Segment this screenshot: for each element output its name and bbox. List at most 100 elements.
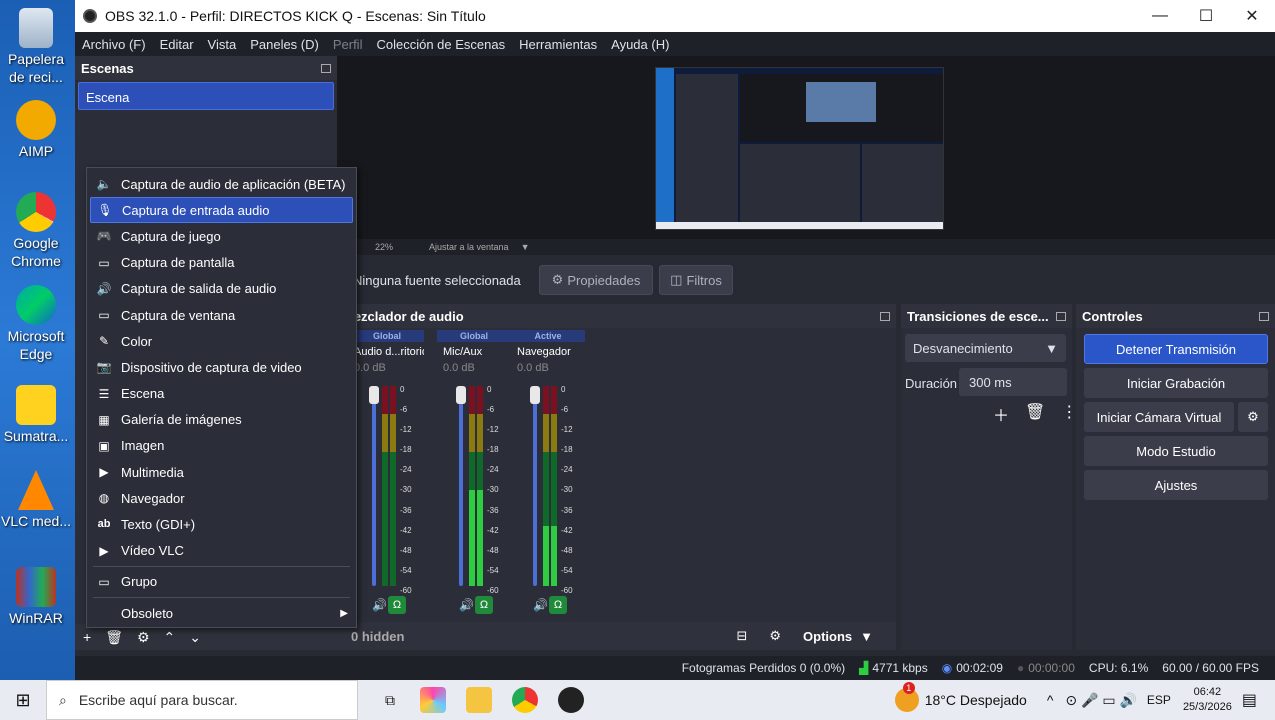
menu-item-video-capture[interactable]: 📷 Dispositivo de captura de video [87,354,356,380]
transition-select[interactable]: Desvanecimiento ▼ [905,334,1066,362]
weather-icon[interactable]: 1 [894,682,919,712]
hidden-count[interactable]: 0 hidden [351,629,404,644]
headphones-icon[interactable]: Ω [475,596,493,614]
windows-start-icon[interactable]: ⊞ [0,690,46,711]
channel-name[interactable]: Audio d...ritorio [350,342,424,358]
trash-icon[interactable]: 🗑 [1025,402,1045,426]
move-down-icon[interactable]: ⌄ [189,629,201,646]
studio-mode-button[interactable]: Modo Estudio [1084,436,1268,466]
maximize-button[interactable]: ☐ [1183,6,1229,26]
properties-button[interactable]: ⚙ Propiedades [539,265,653,295]
notifications-icon[interactable]: ▤ [1242,690,1257,710]
settings-button[interactable]: Ajustes [1084,470,1268,500]
desktop-icon-winrar[interactable]: WinRAR [0,567,72,627]
chrome-taskbar-icon[interactable] [512,687,538,713]
level-meter-left [543,386,549,586]
layout-icon[interactable]: ⊟ [736,628,747,644]
close-button[interactable]: ✕ [1229,6,1275,26]
desktop-icon-aimp[interactable]: AIMP [0,100,72,160]
preview-area[interactable] [337,56,1275,239]
obs-taskbar-icon[interactable] [558,687,584,713]
menu-vista[interactable]: Vista [201,37,244,52]
undock-icon[interactable] [880,311,890,321]
headphones-icon[interactable]: Ω [388,596,406,614]
gear-icon: ⚙ [551,272,564,287]
menu-item-text[interactable]: ab Texto (GDI+) [87,511,356,537]
move-up-icon[interactable]: ⌃ [164,629,176,646]
file-explorer-icon[interactable] [466,687,492,713]
headphones-icon[interactable]: Ω [549,596,567,614]
desktop-icon-recycle-bin[interactable]: Papelera de reci... [0,8,72,86]
start-virtual-camera-button[interactable]: Iniciar Cámara Virtual [1084,402,1234,432]
chevron-down-icon[interactable]: ▼ [860,629,873,644]
menu-archivo[interactable]: Archivo (F) [75,37,153,52]
undock-icon[interactable] [321,63,331,73]
add-icon[interactable]: ＋ [993,402,1009,426]
menu-item-image-slideshow[interactable]: ▦ Galería de imágenes [87,407,356,433]
start-recording-button[interactable]: Iniciar Grabación [1084,368,1268,398]
menu-item-deprecated[interactable]: Obsoleto ▶ [87,600,356,626]
chevron-down-icon[interactable]: ▼ [521,242,530,252]
remove-source-icon[interactable]: 🗑 [105,629,123,646]
gear-icon[interactable]: ⚙ [137,629,150,646]
chevron-up-icon[interactable]: ^ [1047,692,1054,708]
menu-item-image[interactable]: ▣ Imagen [87,433,356,459]
channel-db: 0.0 dB [354,362,386,374]
menu-item-audio-input[interactable]: 🎙 Captura de entrada audio [90,197,353,224]
menu-item-window-capture[interactable]: ▭ Captura de ventana [87,302,356,328]
desktop-icon-sumatra[interactable]: Sumatra... [0,385,72,445]
menu-item-group[interactable]: ▭ Grupo [87,569,356,595]
advanced-settings-icon[interactable]: ⚙ [769,628,781,644]
gear-icon[interactable]: ⚙ [1238,402,1268,432]
task-view-icon[interactable]: ⧉ [370,692,410,709]
menu-paneles[interactable]: Paneles (D) [243,37,326,52]
speaker-icon[interactable]: 🔊 [372,598,387,612]
undock-icon[interactable] [1056,311,1066,321]
clock[interactable]: 06:42 25/3/2026 [1183,685,1232,715]
menu-item-scene[interactable]: ☰ Escena [87,381,356,407]
language[interactable]: ESP [1147,693,1171,707]
channel-name[interactable]: Navegador [511,342,585,358]
desktop-icon-vlc[interactable]: VLC med... [0,470,72,530]
duration-input[interactable]: 300 ms [959,368,1067,396]
menu-perfil[interactable]: Perfil [326,37,370,52]
zoom-level[interactable]: 22% [375,242,393,252]
channel-name[interactable]: Mic/Aux [437,342,511,358]
menu-item-vlc[interactable]: ▶ Vídeo VLC [87,538,356,564]
speaker-icon[interactable]: 🔊 [459,598,474,612]
menu-item-color[interactable]: ✎ Color [87,328,356,354]
weather-text[interactable]: 18°C Despejado [925,692,1027,708]
desktop-icon-label: VLC med... [0,513,72,529]
menu-herramientas[interactable]: Herramientas [512,37,604,52]
volume-slider[interactable] [369,386,379,586]
more-icon[interactable]: ⋮ [1061,402,1077,426]
menu-item-app-audio[interactable]: 🔈 Captura de audio de aplicación (BETA) [87,171,356,197]
menu-item-browser[interactable]: ◍ Navegador [87,485,356,511]
menu-item-media[interactable]: ▶ Multimedia [87,459,356,485]
desktop-icon-chrome[interactable]: Google Chrome [0,192,72,270]
filters-button[interactable]: ◫ Filtros [659,265,733,295]
winrar-icon [16,567,56,607]
scene-item[interactable]: Escena [78,82,334,110]
menu-ayuda[interactable]: Ayuda (H) [604,37,676,52]
volume-slider[interactable] [456,386,466,586]
volume-slider[interactable] [530,386,540,586]
add-source-icon[interactable]: + [83,629,91,645]
copilot-icon[interactable] [420,687,446,713]
transitions-dock: Transiciones de esce... Desvanecimiento ▼… [901,304,1077,650]
desktop-icon-edge[interactable]: Microsoft Edge [0,285,72,363]
tray-icons[interactable]: ⊙ 🎤 ▭ 🔊 [1065,692,1137,709]
microphone-icon: 🎙 [97,203,113,218]
speaker-icon[interactable]: 🔊 [533,598,548,612]
menu-editar[interactable]: Editar [153,37,201,52]
stop-streaming-button[interactable]: Detener Transmisión [1084,334,1268,364]
zoom-fit[interactable]: Ajustar a la ventana [429,242,509,252]
options-button[interactable]: Options [803,629,852,644]
menu-coleccion[interactable]: Colección de Escenas [369,37,512,52]
undock-icon[interactable] [1259,311,1269,321]
menu-item-audio-output[interactable]: 🔊 Captura de salida de audio [87,276,356,302]
minimize-button[interactable]: — [1137,7,1183,25]
taskbar-search[interactable]: ⌕ Escribe aquí para buscar. [46,680,358,720]
menu-item-game-capture[interactable]: 🎮 Captura de juego [87,223,356,249]
menu-item-display-capture[interactable]: ▭ Captura de pantalla [87,250,356,276]
